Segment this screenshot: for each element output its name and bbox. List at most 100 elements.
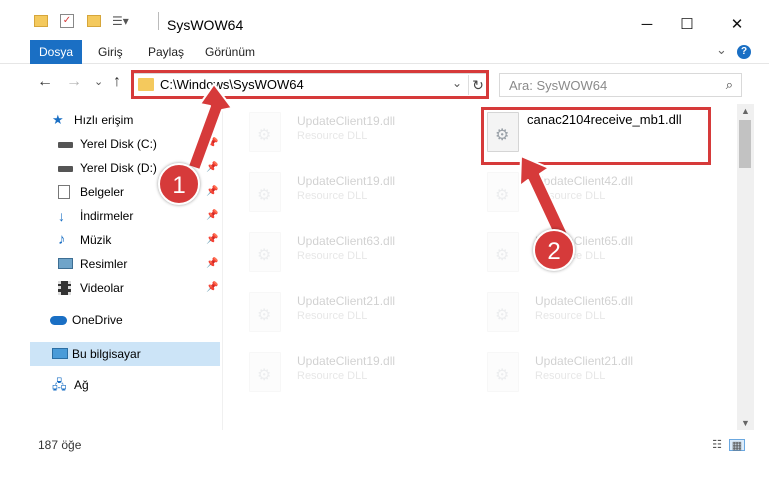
file-highlight: [481, 107, 711, 165]
sidebar-item-label: Ağ: [74, 378, 89, 392]
computer-icon: [52, 348, 68, 359]
sidebar-item-label: Hızlı erişim: [74, 113, 134, 127]
status-bar: 187 öğe ☷ ▦: [0, 430, 769, 460]
customize-toolbar-icon[interactable]: ☰▾: [112, 14, 129, 28]
dll-file-icon: [487, 172, 519, 212]
details-view-icon[interactable]: ☷: [709, 439, 725, 451]
dll-file-icon: [249, 352, 281, 392]
sidebar-item-label: Yerel Disk (D:): [80, 161, 157, 175]
scroll-thumb[interactable]: [739, 120, 751, 168]
sidebar-item-network[interactable]: 🖧 Ağ: [52, 374, 220, 396]
pin-icon[interactable]: 📌: [206, 133, 218, 155]
sidebar-item-label: İndirmeler: [80, 209, 134, 223]
close-button[interactable]: ✕: [717, 10, 757, 40]
sidebar-item-label: Bu bilgisayar: [72, 347, 141, 361]
file-item[interactable]: UpdateClient21.dll Resource DLL: [249, 288, 479, 334]
pictures-icon: [58, 258, 73, 269]
sidebar-item-pictures[interactable]: Resimler 📌: [58, 253, 220, 275]
file-type: Resource DLL: [297, 130, 368, 142]
recent-locations-button[interactable]: ⌄: [94, 75, 103, 88]
bottom-area: [0, 460, 769, 489]
search-input[interactable]: Ara: SysWOW64: [509, 78, 607, 93]
file-item[interactable]: UpdateClient63.dll Resource DLL: [249, 228, 479, 274]
download-icon: ↓: [58, 208, 65, 224]
dll-file-icon: [487, 352, 519, 392]
sidebar-item-label: Videolar: [80, 281, 124, 295]
dll-file-icon: [249, 112, 281, 152]
pin-icon[interactable]: 📌: [206, 229, 218, 251]
large-icons-view-icon[interactable]: ▦: [729, 439, 745, 452]
dll-file-icon: [487, 232, 519, 272]
sidebar-item-quick-access[interactable]: ★ Hızlı erişim: [52, 109, 220, 131]
folder-icon: [34, 15, 48, 27]
tab-file[interactable]: Dosya: [30, 40, 82, 64]
ribbon-expand-icon[interactable]: ⌄: [716, 42, 727, 58]
file-item[interactable]: UpdateClient42.dll Resource DLL: [487, 168, 717, 214]
drive-icon: [58, 142, 73, 148]
file-name: UpdateClient19.dll: [297, 354, 396, 368]
search-icon[interactable]: ⌕: [726, 77, 733, 93]
music-icon: ♪: [58, 231, 66, 248]
file-name: UpdateClient19.dll: [297, 114, 396, 128]
maximize-button[interactable]: ☐: [667, 10, 707, 40]
dll-file-icon: [249, 172, 281, 212]
sidebar-item-label: Resimler: [80, 257, 128, 271]
pin-icon[interactable]: 📌: [206, 277, 218, 299]
pin-icon[interactable]: 📌: [206, 253, 218, 275]
network-icon: 🖧: [52, 377, 67, 392]
divider: [158, 12, 159, 30]
window-title: SysWOW64: [167, 17, 244, 33]
file-item[interactable]: UpdateClient19.dll Resource DLL: [249, 168, 479, 214]
step-badge-2: 2: [533, 229, 575, 271]
cloud-icon: [50, 316, 67, 325]
navigation-pane: ★ Hızlı erişim Yerel Disk (C:) 📌 Yerel D…: [0, 104, 222, 430]
scroll-down-icon[interactable]: ▼: [737, 416, 754, 430]
file-name: UpdateClient21.dll: [297, 294, 396, 308]
properties-icon[interactable]: ✓: [60, 14, 74, 28]
file-item[interactable]: UpdateClient21.dll Resource DLL: [487, 348, 717, 394]
search-box[interactable]: Ara: SysWOW64 ⌕: [499, 73, 742, 97]
title-bar: ✓ ☰▾ SysWOW64 ─ ☐ ✕: [0, 0, 769, 40]
file-item[interactable]: UpdateClient65.dll Resource DLL: [487, 288, 717, 334]
videos-icon: [58, 281, 71, 295]
sidebar-item-label: Müzik: [80, 233, 112, 247]
tab-view[interactable]: Görünüm: [195, 40, 265, 64]
sidebar-item-music[interactable]: ♪ Müzik 📌: [58, 229, 220, 251]
forward-button[interactable]: →: [66, 73, 82, 91]
documents-icon: [58, 185, 70, 199]
pin-icon[interactable]: 📌: [206, 157, 218, 179]
file-name: UpdateClient21.dll: [535, 354, 634, 368]
sidebar-item-disk-c[interactable]: Yerel Disk (C:) 📌: [58, 133, 220, 155]
sidebar-item-label: Yerel Disk (C:): [80, 137, 157, 151]
new-folder-icon[interactable]: [87, 15, 101, 27]
dll-file-icon: [249, 232, 281, 272]
tab-share[interactable]: Paylaş: [138, 40, 194, 64]
help-icon[interactable]: ?: [737, 45, 751, 59]
ribbon-tabs: Dosya Giriş Paylaş Görünüm ⌄ ?: [0, 40, 769, 64]
minimize-button[interactable]: ─: [627, 10, 667, 40]
file-type: Resource DLL: [535, 190, 606, 202]
vertical-scrollbar[interactable]: ▲ ▼: [737, 104, 754, 430]
sidebar-item-this-pc[interactable]: Bu bilgisayar: [30, 342, 220, 366]
pin-icon[interactable]: 📌: [206, 205, 218, 227]
dll-file-icon: [249, 292, 281, 332]
sidebar-item-onedrive[interactable]: OneDrive: [50, 309, 220, 331]
scroll-up-icon[interactable]: ▲: [737, 104, 754, 118]
file-item[interactable]: UpdateClient19.dll Resource DLL: [249, 108, 479, 154]
tab-home[interactable]: Giriş: [88, 40, 133, 64]
up-button[interactable]: ↑: [113, 73, 121, 91]
pin-icon[interactable]: 📌: [206, 181, 218, 203]
sidebar-item-downloads[interactable]: ↓ İndirmeler 📌: [58, 205, 220, 227]
sidebar-item-label: OneDrive: [72, 313, 123, 327]
back-button[interactable]: ←: [37, 73, 53, 91]
sidebar-item-videos[interactable]: Videolar 📌: [58, 277, 220, 299]
file-type: Resource DLL: [297, 250, 368, 262]
drive-icon: [58, 166, 73, 172]
file-item[interactable]: UpdateClient19.dll Resource DLL: [249, 348, 479, 394]
star-icon: ★: [52, 112, 64, 127]
file-item[interactable]: UpdateClient65.dll Resource DLL: [487, 228, 717, 274]
file-name: UpdateClient19.dll: [297, 174, 396, 188]
file-name: UpdateClient42.dll: [535, 174, 634, 188]
item-count: 187 öğe: [38, 438, 82, 452]
file-type: Resource DLL: [535, 370, 606, 382]
